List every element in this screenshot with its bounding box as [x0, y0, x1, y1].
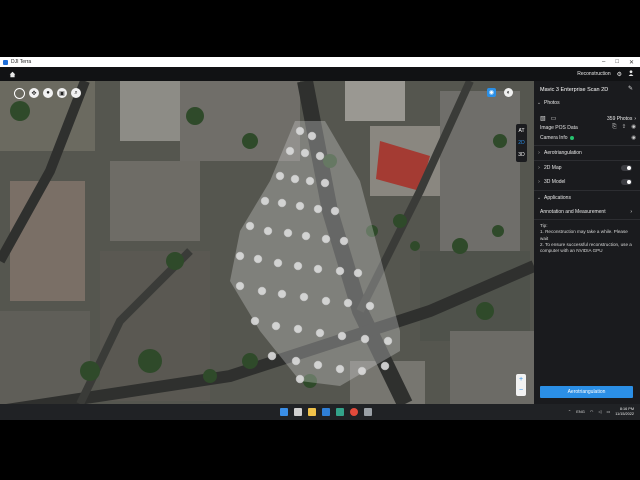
section-3d-model[interactable]: › 3D Model — [534, 179, 640, 185]
chevron-right-icon: › — [538, 150, 540, 156]
chevron-up-icon[interactable]: ⌃ — [568, 409, 571, 414]
section-photos[interactable]: ⌄ Photos — [534, 100, 640, 106]
image-pos-row: Image POS Data ⎘ ⇪ ◉ — [540, 124, 636, 131]
section-3d-model-label: 3D Model — [544, 179, 566, 185]
image-icon[interactable]: ▧ — [540, 115, 546, 122]
aerotriangulation-button[interactable]: Aerotriangulation — [540, 386, 633, 398]
map-view[interactable]: ✥ ● ▣ ⌕ ◉ ◐ AT 2D 3D + − — [0, 81, 534, 404]
edit-icon[interactable]: ✎ — [628, 85, 633, 92]
camera-icon[interactable]: ◉ — [487, 88, 496, 97]
circle-select-icon[interactable] — [14, 88, 25, 99]
section-photos-label: Photos — [544, 100, 560, 106]
store-icon[interactable] — [322, 408, 330, 416]
aerial-imagery — [0, 81, 534, 404]
start-icon[interactable] — [280, 408, 288, 416]
section-2d-map[interactable]: › 2D Map — [534, 165, 640, 171]
view-mode-2d[interactable]: 2D — [516, 137, 527, 149]
camera-info-label: Camera Info — [540, 135, 568, 141]
view-mode-at[interactable]: AT — [516, 125, 527, 137]
section-aerotriangulation-label: Aerotriangulation — [544, 150, 582, 156]
zoom-in-button[interactable]: + — [519, 374, 523, 385]
tip-text: Tip: 1. Reconstruction may take a while.… — [540, 223, 634, 254]
chevron-right-icon[interactable]: › — [634, 116, 636, 122]
settings-gear-icon[interactable]: ⚙ — [617, 71, 622, 78]
chevron-right-icon: › — [538, 179, 540, 185]
toggle-2d-map[interactable] — [621, 165, 632, 171]
pan-icon[interactable]: ✥ — [29, 88, 39, 98]
file-explorer-icon[interactable] — [308, 408, 316, 416]
chrome-icon[interactable] — [350, 408, 358, 416]
view-mode-3d[interactable]: 3D — [516, 149, 527, 161]
section-2d-map-label: 2D Map — [544, 165, 562, 171]
camera-pos-icon[interactable]: ▣ — [57, 88, 67, 98]
chevron-down-icon: ⌄ — [536, 100, 542, 106]
volume-icon[interactable]: ◁ — [598, 409, 601, 414]
tip-line-2: 2. To ensure successful reconstruction, … — [540, 241, 632, 254]
layers-icon[interactable]: ◐ — [504, 88, 513, 97]
photo-count: 359 Photos — [607, 115, 633, 122]
edge-icon[interactable] — [336, 408, 344, 416]
os-taskbar: ⌃ ENG ◠ ◁ ▭ 8:16 PM 11/15/2022 — [0, 404, 640, 420]
view-mode-switch: AT 2D 3D — [516, 124, 527, 162]
annotation-measurement-item[interactable]: Annotation and Measurement › — [534, 209, 640, 215]
user-avatar-icon[interactable] — [628, 70, 634, 78]
eye-icon[interactable]: ◉ — [631, 135, 636, 141]
search-icon[interactable]: ⌕ — [71, 88, 81, 98]
app-logo-icon — [3, 59, 8, 65]
home-icon[interactable] — [8, 70, 16, 78]
battery-icon[interactable]: ▭ — [606, 409, 610, 414]
minimize-icon[interactable]: – — [602, 59, 605, 66]
clock[interactable]: 8:16 PM 11/15/2022 — [615, 407, 634, 416]
window-title: DJI Terra — [11, 59, 32, 65]
zoom-control: + − — [516, 374, 526, 396]
app-toolbar: Reconstruction ⚙ — [0, 67, 640, 81]
chevron-right-icon: › — [630, 209, 632, 215]
section-applications-label: Applications — [544, 195, 571, 201]
zoom-out-button[interactable]: − — [519, 385, 523, 396]
wifi-icon[interactable]: ◠ — [590, 409, 594, 414]
toggle-3d-model[interactable] — [621, 179, 632, 185]
project-title: Mavic 3 Enterprise Scan 2D — [540, 87, 609, 93]
maximize-icon[interactable]: □ — [615, 59, 619, 66]
folder-icon[interactable]: ▭ — [551, 115, 557, 122]
chevron-right-icon: › — [538, 165, 540, 171]
photo-row: ▧ ▭ 359 Photos › — [540, 115, 636, 123]
window-titlebar: DJI Terra – □ ✕ — [0, 57, 640, 67]
task-view-icon[interactable] — [294, 408, 302, 416]
chevron-down-icon: ⌄ — [536, 195, 542, 201]
pin-icon[interactable]: ● — [43, 88, 53, 98]
section-applications[interactable]: ⌄ Applications — [534, 195, 640, 201]
project-panel: Mavic 3 Enterprise Scan 2D ✎ ⌄ Photos ▧ … — [534, 81, 640, 404]
map-toolbar: ✥ ● ▣ ⌕ — [14, 88, 81, 99]
image-pos-label: Image POS Data — [540, 124, 578, 131]
mode-label: Reconstruction — [577, 71, 611, 77]
status-ok-icon — [569, 136, 574, 140]
clock-date: 11/15/2022 — [615, 411, 634, 416]
section-aerotriangulation[interactable]: › Aerotriangulation — [534, 150, 640, 156]
dji-terra-icon[interactable] — [364, 408, 372, 416]
annotation-label: Annotation and Measurement — [540, 209, 606, 215]
eye-icon[interactable]: ◉ — [631, 124, 636, 131]
import-icon[interactable]: ⎘ — [612, 124, 616, 131]
language-indicator[interactable]: ENG — [576, 409, 585, 414]
tip-line-1: 1. Reconstruction may take a while. Plea… — [540, 229, 628, 241]
camera-info-row: Camera Info ◉ — [540, 135, 636, 141]
close-icon[interactable]: ✕ — [629, 59, 634, 66]
export-icon[interactable]: ⇪ — [622, 124, 627, 131]
